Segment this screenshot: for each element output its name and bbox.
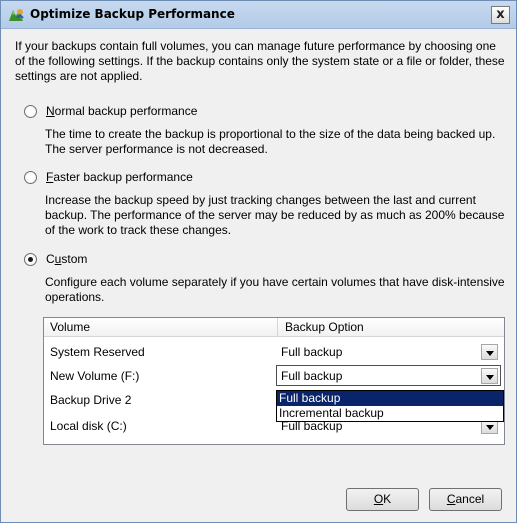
- intro-text: If your backups contain full volumes, yo…: [15, 39, 505, 83]
- backup-option-dropdown-list: Full backup Incremental backup: [276, 390, 504, 422]
- normal-performance-label[interactable]: Normal backup performance: [46, 104, 197, 118]
- custom-description: Configure each volume separately if you …: [45, 275, 505, 304]
- faster-performance-radio[interactable]: [24, 170, 37, 184]
- backup-option-value: Full backup: [281, 345, 343, 359]
- cancel-button[interactable]: Cancel: [429, 488, 502, 511]
- table-row: System Reserved Full backup: [44, 340, 504, 364]
- dropdown-option-full-backup[interactable]: Full backup: [277, 391, 503, 406]
- custom-label[interactable]: Custom: [46, 252, 87, 266]
- close-button[interactable]: x: [491, 6, 510, 24]
- normal-performance-description: The time to create the backup is proport…: [45, 127, 496, 156]
- volume-grid: Volume Backup Option System Reserved Ful…: [43, 317, 505, 445]
- backup-option-value: Full backup: [281, 369, 343, 383]
- normal-performance-radio[interactable]: [24, 104, 37, 118]
- chevron-down-icon[interactable]: [481, 368, 498, 384]
- ok-button[interactable]: OK: [346, 488, 419, 511]
- table-row: New Volume (F:) Full backup: [44, 364, 504, 388]
- backup-app-icon: [7, 7, 25, 23]
- grid-header: Volume Backup Option: [44, 318, 504, 337]
- backup-option-select[interactable]: Full backup: [276, 341, 501, 362]
- volume-name: Backup Drive 2: [50, 393, 132, 407]
- custom-radio[interactable]: [24, 252, 37, 266]
- volume-name: Local disk (C:): [50, 419, 127, 433]
- volume-name: System Reserved: [50, 345, 145, 359]
- dropdown-option-incremental-backup[interactable]: Incremental backup: [277, 406, 503, 421]
- custom-option[interactable]: Custom: [24, 251, 87, 267]
- column-header-backup-option[interactable]: Backup Option: [285, 320, 364, 334]
- faster-performance-label[interactable]: Faster backup performance: [46, 170, 193, 184]
- title-bar[interactable]: Optimize Backup Performance x: [1, 1, 516, 29]
- column-header-volume[interactable]: Volume: [50, 320, 90, 334]
- faster-performance-description: Increase the backup speed by just tracki…: [45, 193, 505, 237]
- normal-performance-option[interactable]: Normal backup performance: [24, 103, 197, 119]
- faster-performance-option[interactable]: Faster backup performance: [24, 169, 193, 185]
- chevron-down-icon[interactable]: [481, 344, 498, 360]
- close-icon: x: [496, 7, 505, 22]
- optimize-backup-dialog: Optimize Backup Performance x If your ba…: [0, 0, 517, 523]
- backup-option-select[interactable]: Full backup: [276, 365, 501, 386]
- window-title: Optimize Backup Performance: [30, 7, 235, 21]
- volume-name: New Volume (F:): [50, 369, 140, 383]
- column-divider[interactable]: [277, 318, 278, 337]
